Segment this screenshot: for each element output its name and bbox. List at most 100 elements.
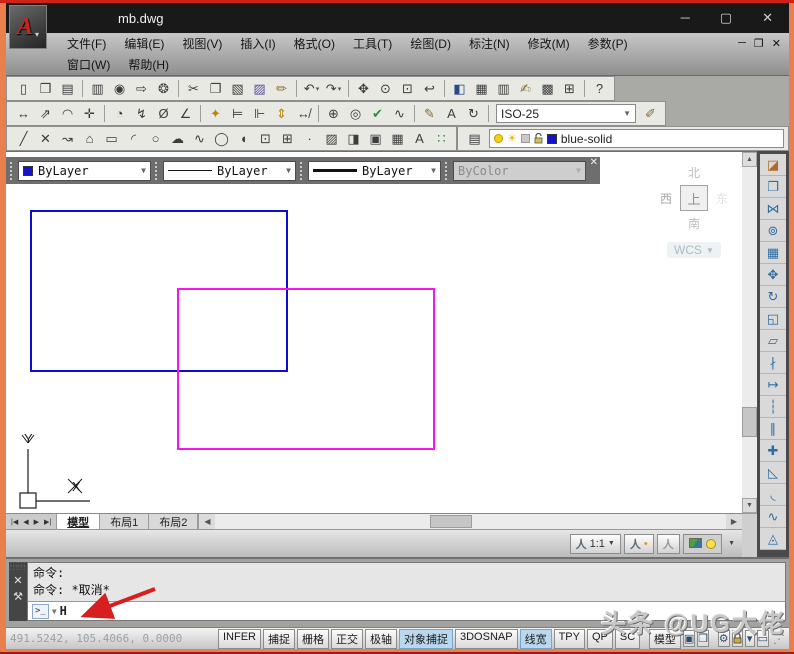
command-input-value[interactable]: H: [60, 604, 67, 618]
dim-break-icon[interactable]: ↮: [293, 104, 314, 124]
menu-modify[interactable]: 修改(M): [519, 33, 579, 54]
dim-style-icon[interactable]: ✐: [640, 104, 661, 124]
center-mark-icon[interactable]: ◎: [345, 104, 366, 124]
rectangle-icon[interactable]: ▭: [101, 129, 122, 149]
doc-restore-button[interactable]: ❐: [754, 37, 764, 50]
toggle-lineweight[interactable]: 线宽: [520, 629, 552, 649]
toolbar-grip[interactable]: [155, 162, 159, 180]
point-icon[interactable]: ∙: [299, 129, 320, 149]
scroll-right-icon[interactable]: ▶: [726, 514, 742, 529]
break-at-point-icon[interactable]: ┆: [760, 396, 786, 418]
help-icon[interactable]: ?: [589, 79, 610, 99]
quick-dimension-icon[interactable]: ✦: [205, 104, 226, 124]
zoom-realtime-icon[interactable]: ⊙: [375, 79, 396, 99]
layer-unlock-icon[interactable]: [534, 133, 543, 144]
chevron-down-icon[interactable]: ▼: [431, 166, 436, 175]
toolbar-grip[interactable]: [300, 162, 304, 180]
chevron-down-icon[interactable]: ▼: [706, 246, 714, 255]
dim-style-combo[interactable]: ISO-25 ▼: [496, 104, 636, 123]
ellipse-arc-icon[interactable]: ◖: [233, 129, 254, 149]
layer-properties-manager-icon[interactable]: ▤: [464, 129, 485, 149]
paste-icon[interactable]: ▧: [227, 79, 248, 99]
layer-viewport-icon[interactable]: [521, 134, 530, 143]
chevron-down-icon[interactable]: ▼: [608, 540, 615, 547]
dim-radius-icon[interactable]: ◔: [109, 104, 130, 124]
scale-icon[interactable]: ◱: [760, 308, 786, 330]
annotation-autoscale-button[interactable]: 人: [657, 534, 680, 554]
trim-icon[interactable]: ∤: [760, 352, 786, 374]
polyline-icon[interactable]: ↝: [57, 129, 78, 149]
menu-tools[interactable]: 工具(T): [344, 33, 401, 54]
object-color-combo[interactable]: ByLayer ▼: [18, 161, 151, 181]
linetype-combo[interactable]: ByLayer ▼: [163, 161, 296, 181]
toggle-transparency[interactable]: TPY: [554, 629, 585, 649]
new-icon[interactable]: ▯: [13, 79, 34, 99]
dim-linear-icon[interactable]: ↔: [13, 104, 34, 124]
toggle-grid[interactable]: 栅格: [297, 629, 329, 649]
vscroll-thumb[interactable]: [742, 407, 757, 437]
dim-inspect-icon[interactable]: ✔: [367, 104, 388, 124]
dropdown-arrow-icon[interactable]: ▾: [338, 85, 342, 93]
tab-layout1[interactable]: 布局1: [100, 514, 149, 529]
viewcube-north[interactable]: 北: [650, 164, 738, 181]
markup-set-manager-icon[interactable]: ▩: [537, 79, 558, 99]
hatch-icon[interactable]: ▨: [321, 129, 342, 149]
publish-icon[interactable]: ⇨: [131, 79, 152, 99]
gradient-icon[interactable]: ◨: [343, 129, 364, 149]
menu-draw[interactable]: 绘图(D): [401, 33, 460, 54]
dim-jogged-linear-icon[interactable]: ∿: [389, 104, 410, 124]
save-icon[interactable]: ▤: [57, 79, 78, 99]
minimize-button[interactable]: ─: [681, 10, 690, 26]
tab-layout2[interactable]: 布局2: [149, 514, 198, 529]
copy-icon[interactable]: ❐: [205, 79, 226, 99]
toolbar-close-icon[interactable]: ✕: [590, 158, 598, 168]
scroll-down-icon[interactable]: ▼: [742, 498, 757, 513]
menu-window[interactable]: 窗口(W): [58, 54, 119, 75]
toolbar-grip[interactable]: [445, 162, 449, 180]
tray-menu-icon[interactable]: ▼: [725, 540, 738, 547]
drawing-canvas[interactable]: ByLayer ▼ ByLayer ▼ ByLayer: [6, 151, 742, 513]
viewcube-east[interactable]: 东: [716, 190, 728, 207]
layer-combo[interactable]: ☀ blue-solid: [489, 129, 784, 148]
stretch-icon[interactable]: ▱: [760, 330, 786, 352]
layer-on-bulb-icon[interactable]: [494, 134, 503, 143]
quickcalc-icon[interactable]: ⊞: [559, 79, 580, 99]
autocad-logo-button[interactable]: A▾: [9, 5, 47, 49]
paste-special-icon[interactable]: ▨: [249, 79, 270, 99]
toggle-osnap[interactable]: 对象捕捉: [399, 629, 453, 649]
scroll-up-icon[interactable]: ▲: [742, 152, 757, 167]
layer-freeze-sun-icon[interactable]: ☀: [507, 132, 517, 145]
dim-continue-icon[interactable]: ⊩: [249, 104, 270, 124]
array-icon[interactable]: ▦: [760, 242, 786, 264]
tolerance-icon[interactable]: ⊕: [323, 104, 344, 124]
fillet-icon[interactable]: ◟: [760, 484, 786, 506]
move-icon[interactable]: ✥: [760, 264, 786, 286]
menu-view[interactable]: 视图(V): [173, 33, 231, 54]
sheet-set-manager-icon[interactable]: ✍: [515, 79, 536, 99]
command-window-grip[interactable]: :::::::::::: ✕ ⚒: [9, 562, 27, 621]
line-icon[interactable]: ╱: [13, 129, 34, 149]
command-prompt-icon[interactable]: >_: [32, 604, 49, 619]
explode-icon[interactable]: ◬: [760, 528, 786, 550]
rotate-icon[interactable]: ↻: [760, 286, 786, 308]
mirror-icon[interactable]: ⋈: [760, 198, 786, 220]
redo-icon[interactable]: ↷▾: [323, 79, 344, 99]
menu-insert[interactable]: 插入(I): [231, 33, 284, 54]
dim-angular-icon[interactable]: ∠: [175, 104, 196, 124]
command-wrench-icon[interactable]: ⚒: [13, 590, 23, 603]
cut-icon[interactable]: ✂: [183, 79, 204, 99]
tab-last-button[interactable]: ▶|: [42, 518, 53, 526]
recent-commands-icon[interactable]: ▼: [52, 607, 57, 616]
chevron-down-icon[interactable]: ▼: [617, 109, 631, 118]
undo-icon[interactable]: ↶▾: [301, 79, 322, 99]
dim-arc-length-icon[interactable]: ◠: [57, 104, 78, 124]
tool-palettes-icon[interactable]: ▥: [493, 79, 514, 99]
properties-icon[interactable]: ◧: [449, 79, 470, 99]
table-icon[interactable]: ▦: [387, 129, 408, 149]
region-icon[interactable]: ▣: [365, 129, 386, 149]
dim-diameter-icon[interactable]: Ø: [153, 104, 174, 124]
viewcube-south[interactable]: 南: [650, 215, 738, 232]
chevron-down-icon[interactable]: ▼: [141, 166, 146, 175]
tab-next-button[interactable]: ▶: [32, 518, 41, 526]
toggle-ortho[interactable]: 正交: [331, 629, 363, 649]
